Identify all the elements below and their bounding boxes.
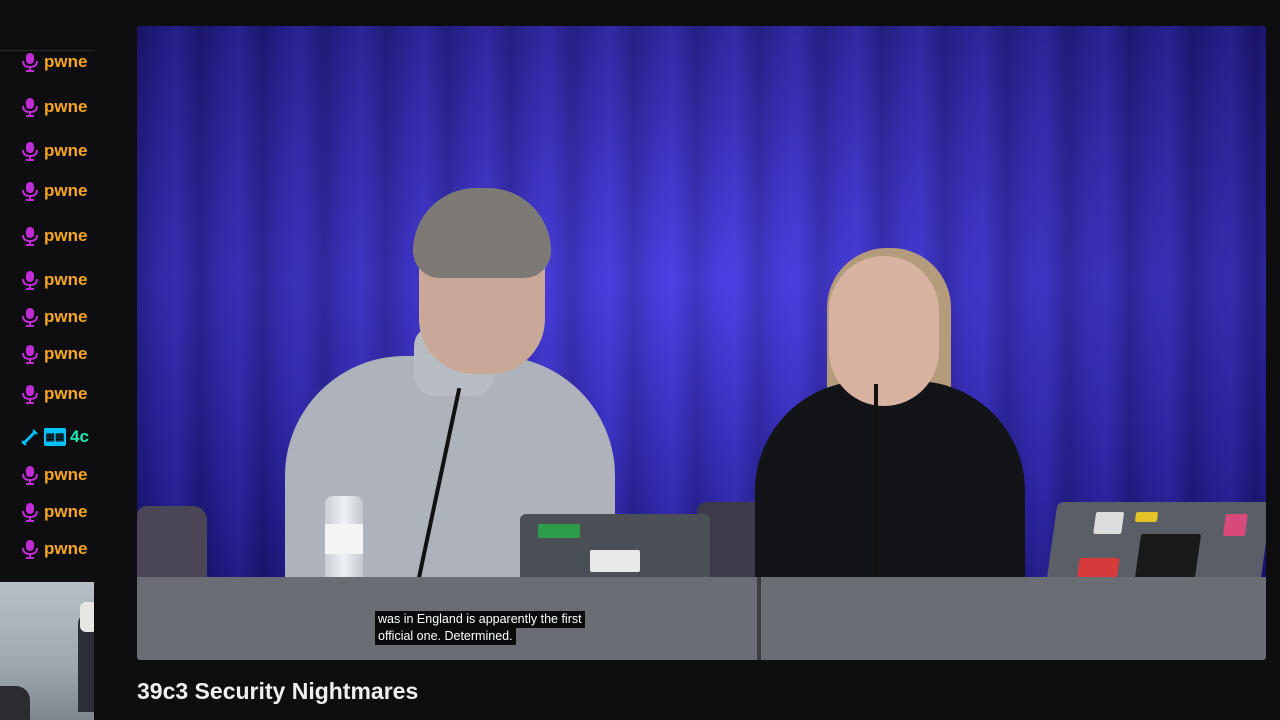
laptop-sticker [590, 550, 640, 572]
speaker-right-body [755, 381, 1025, 596]
chat-username[interactable]: pwne [44, 539, 87, 559]
desk-divider [757, 577, 761, 660]
sword-icon [20, 427, 40, 447]
laptop-sticker [1134, 534, 1202, 580]
chat-message[interactable]: pwne [0, 268, 94, 292]
chair-left [137, 506, 207, 586]
chat-message[interactable]: ▦▦ 4c [0, 425, 94, 449]
microphone-icon [20, 52, 40, 72]
chat-message[interactable]: pwne [0, 50, 94, 74]
desk [137, 577, 1266, 660]
microphone-icon [20, 307, 40, 327]
laptop-sticker [538, 524, 580, 538]
laptop-left [520, 514, 710, 580]
chat-username[interactable]: pwne [44, 502, 87, 522]
webcam-overlay [0, 582, 94, 720]
subtitles: was in England is apparently the first o… [375, 611, 585, 645]
chat-message[interactable]: pwne [0, 179, 94, 203]
microphone-icon [20, 344, 40, 364]
chat-username[interactable]: pwne [44, 141, 87, 161]
chat-username[interactable]: pwne [44, 465, 87, 485]
laptop-sticker [1076, 558, 1120, 578]
water-bottle [325, 496, 363, 580]
chat-username[interactable]: pwne [44, 97, 87, 117]
chat-username[interactable]: pwne [44, 307, 87, 327]
laptop-right [1046, 502, 1266, 582]
microphone-icon [20, 502, 40, 522]
microphone-icon [20, 384, 40, 404]
bottle-label [325, 524, 363, 554]
stream-title: 39c3 Security Nightmares [137, 678, 419, 704]
microphone-icon [20, 97, 40, 117]
chat-username[interactable]: pwne [44, 181, 87, 201]
laptop-sticker [1134, 512, 1159, 522]
chat-panel: pwne pwne pwne pwne pwne pwne pwne pwne … [0, 0, 94, 580]
chat-message[interactable]: pwne [0, 305, 94, 329]
subscriber-badge-icon: ▦▦ [44, 428, 66, 446]
chat-username[interactable]: pwne [44, 226, 87, 246]
chat-message[interactable]: pwne [0, 382, 94, 406]
laptop-sticker [1093, 512, 1125, 534]
chat-username[interactable]: pwne [44, 384, 87, 404]
laptop-sticker [1222, 514, 1248, 536]
microphone-icon [20, 141, 40, 161]
chat-username[interactable]: pwne [44, 344, 87, 364]
microphone-icon [20, 465, 40, 485]
microphone-icon [20, 539, 40, 559]
chat-message[interactable]: pwne [0, 224, 94, 248]
microphone-icon [20, 181, 40, 201]
chat-username[interactable]: pwne [44, 270, 87, 290]
webcam-cap [80, 602, 94, 632]
subtitle-line: official one. Determined. [375, 628, 516, 645]
chat-username[interactable]: 4c [70, 427, 89, 447]
video-player[interactable]: was in England is apparently the first o… [137, 26, 1266, 660]
chat-message[interactable]: pwne [0, 463, 94, 487]
microphone-icon [20, 270, 40, 290]
chat-message[interactable]: pwne [0, 500, 94, 524]
chat-message[interactable]: pwne [0, 95, 94, 119]
chat-username[interactable]: pwne [44, 52, 87, 72]
chat-message[interactable]: pwne [0, 537, 94, 561]
chat-message[interactable]: pwne [0, 139, 94, 163]
chat-message[interactable]: pwne [0, 342, 94, 366]
subtitle-line: was in England is apparently the first [375, 611, 585, 628]
webcam-chair [0, 686, 30, 720]
microphone-stand-right [874, 384, 878, 582]
speaker-right-head [829, 256, 939, 406]
microphone-icon [20, 226, 40, 246]
